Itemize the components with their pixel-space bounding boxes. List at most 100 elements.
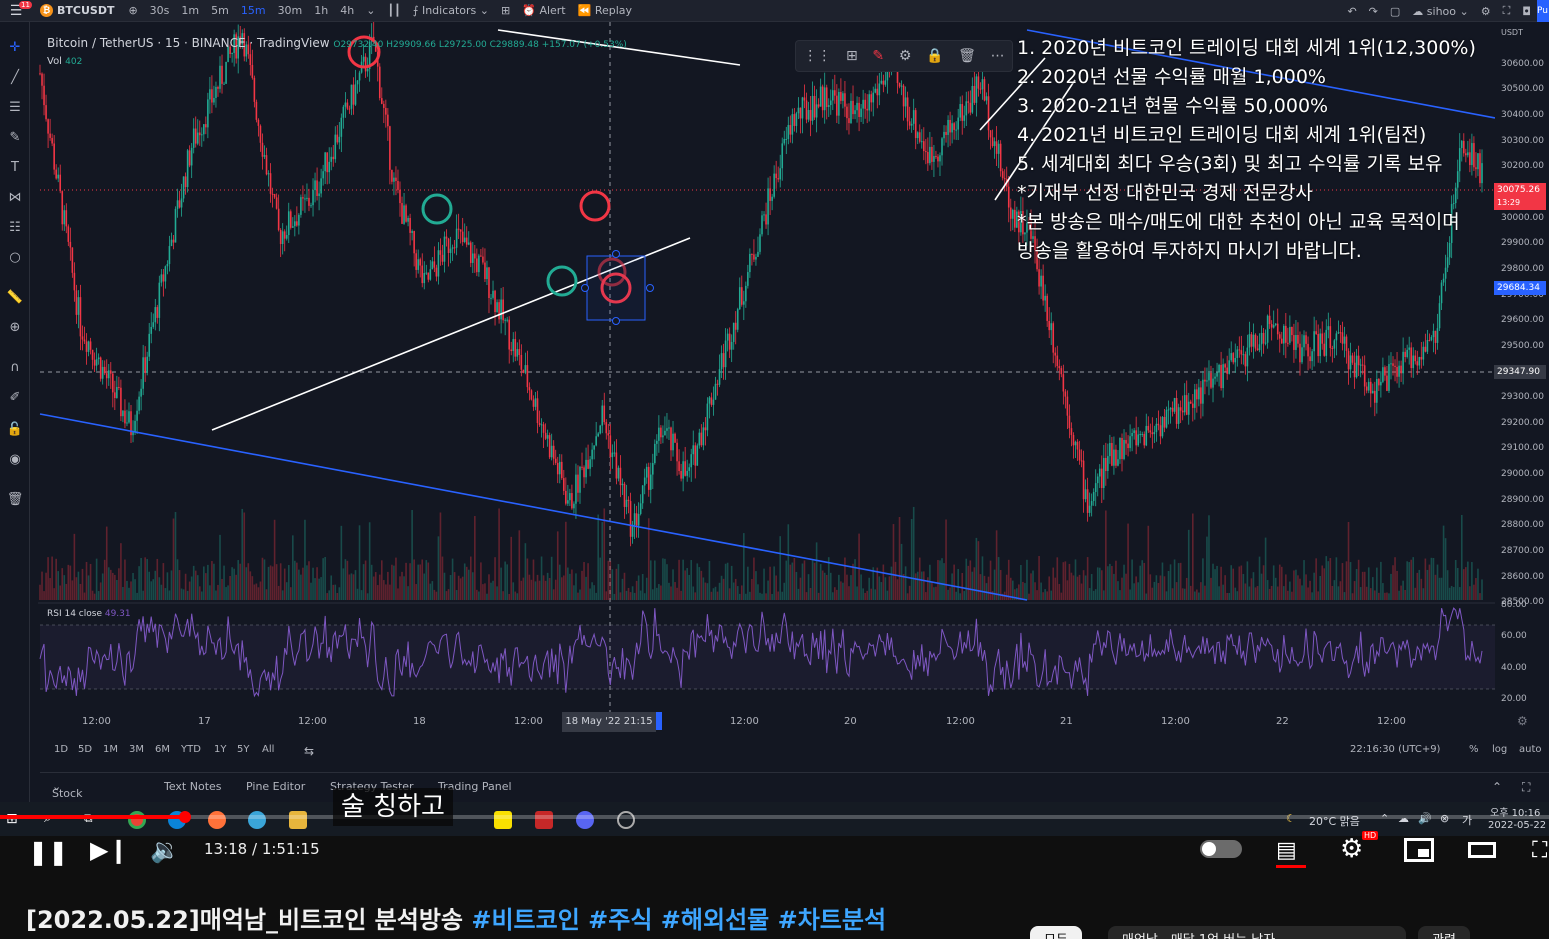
auto-scale-toggle[interactable]: auto: [1519, 744, 1542, 755]
chip-all[interactable]: 모두: [1030, 926, 1082, 939]
folder-icon[interactable]: [289, 811, 307, 829]
percent-scale-toggle[interactable]: %: [1469, 744, 1479, 755]
layouts-icon[interactable]: ⊞: [495, 4, 516, 17]
range-ytd[interactable]: YTD: [181, 744, 201, 755]
interval-1h[interactable]: 1h: [308, 4, 334, 17]
task-view-icon[interactable]: ⧉: [84, 811, 102, 829]
cloud-save-button[interactable]: ☁ sihoo ⌄: [1406, 5, 1474, 18]
windows-start-icon[interactable]: ⊞: [6, 811, 24, 829]
range-1m[interactable]: 1M: [103, 744, 118, 755]
range-5y[interactable]: 5Y: [237, 744, 249, 755]
redo-icon[interactable]: ↷: [1363, 5, 1384, 18]
layout-select-icon[interactable]: ▢: [1384, 5, 1406, 18]
interval-1m[interactable]: 1m: [175, 4, 205, 17]
timezone-clock[interactable]: 22:16:30 (UTC+9): [1350, 744, 1440, 755]
taskbar-date[interactable]: 2022-05-22: [1488, 820, 1546, 831]
drag-handle-icon[interactable]: ⋮⋮: [803, 48, 831, 64]
range-6m[interactable]: 6M: [155, 744, 170, 755]
more-icon[interactable]: ⋯: [991, 48, 1005, 64]
time-scroll-handle[interactable]: [656, 712, 662, 730]
range-5d[interactable]: 5D: [78, 744, 92, 755]
maximize-panel-icon[interactable]: ⛶: [1522, 780, 1530, 795]
chart-type-icon[interactable]: ┃┃: [381, 4, 406, 17]
tab-text-notes[interactable]: Text Notes: [164, 780, 222, 793]
next-button[interactable]: ▶❙: [90, 836, 129, 864]
hashtag-link[interactable]: #차트분석: [778, 906, 886, 934]
search-icon[interactable]: ⌕: [44, 811, 62, 829]
volume-bar: [176, 559, 179, 600]
autoplay-toggle[interactable]: [1200, 840, 1242, 858]
camera-icon[interactable]: ◘: [1516, 5, 1537, 18]
template-icon[interactable]: ⊞: [846, 48, 858, 64]
progress-scrubber[interactable]: [179, 811, 192, 823]
menu-button[interactable]: ☰ 11: [0, 0, 32, 22]
delete-icon[interactable]: 🗑: [958, 48, 976, 64]
publish-button[interactable]: Pu: [1537, 0, 1549, 22]
range-all[interactable]: All: [262, 744, 274, 755]
app-icon[interactable]: [248, 811, 266, 829]
video-progress-bar[interactable]: [0, 811, 1549, 823]
lock-icon[interactable]: 🔒: [926, 48, 943, 64]
fullscreen-icon[interactable]: ⛶: [1532, 838, 1547, 863]
tradingview-app-icon[interactable]: [535, 811, 553, 829]
undo-icon[interactable]: ↶: [1341, 5, 1362, 18]
interval-4h[interactable]: 4h: [334, 4, 360, 17]
pattern-icon[interactable]: ⋈: [5, 188, 25, 208]
alert-button[interactable]: ⏰ Alert: [516, 4, 571, 17]
subtitles-icon[interactable]: ▤: [1276, 838, 1297, 863]
symbol-search[interactable]: ₿ BTCUSDT: [32, 4, 122, 17]
trash-icon[interactable]: 🗑: [5, 490, 25, 510]
discord-icon[interactable]: [576, 811, 594, 829]
theater-mode-icon[interactable]: [1468, 842, 1496, 858]
hashtag-link[interactable]: #비트코인: [471, 906, 579, 934]
pause-button[interactable]: ❚❚: [28, 838, 68, 866]
add-symbol-icon[interactable]: ⊕: [122, 4, 143, 17]
chrome-icon[interactable]: [128, 811, 146, 829]
settings-gear-icon[interactable]: ⚙: [1340, 834, 1363, 864]
prediction-icon[interactable]: ☷: [5, 218, 25, 238]
collapse-panel-icon[interactable]: ⌃: [1492, 780, 1502, 794]
interval-30m[interactable]: 30m: [272, 4, 309, 17]
tab-pine-editor[interactable]: Pine Editor: [246, 780, 305, 793]
candle-body: [1374, 390, 1376, 403]
trend-line-icon[interactable]: ╱: [5, 68, 25, 88]
miniplayer-icon[interactable]: [1404, 838, 1434, 862]
fullscreen-icon[interactable]: ⛶: [1497, 4, 1517, 18]
range-1d[interactable]: 1D: [54, 744, 68, 755]
settings-icon[interactable]: ⚙: [899, 48, 912, 64]
interval-dropdown-icon[interactable]: ⌄: [360, 4, 381, 17]
tab-stock-screener[interactable]: Stock Screener ⌄: [52, 780, 101, 813]
fib-retracement-icon[interactable]: ☰: [5, 98, 25, 118]
hashtag-link[interactable]: #해외선물: [661, 906, 769, 934]
log-scale-toggle[interactable]: log: [1492, 744, 1507, 755]
interval-5m[interactable]: 5m: [205, 4, 235, 17]
range-3m[interactable]: 3M: [129, 744, 144, 755]
indicators-button[interactable]: ⨍ Indicators ⌄: [407, 4, 495, 17]
lock-pencil-icon[interactable]: ✐: [5, 388, 25, 408]
chip-related[interactable]: 관련: [1418, 926, 1470, 939]
kakaotalk-icon[interactable]: [494, 811, 512, 829]
ruler-icon[interactable]: 📏: [5, 288, 25, 308]
text-icon[interactable]: T: [5, 158, 25, 178]
replay-button[interactable]: ⏪ Replay: [572, 4, 638, 17]
circle-icon[interactable]: ○: [5, 248, 25, 268]
goto-date-icon[interactable]: ⇆: [304, 744, 314, 758]
obs-icon[interactable]: [617, 811, 635, 829]
chip-channel[interactable]: 매억남 - 매달 1억 버는 남자: [1108, 926, 1406, 939]
axis-settings-icon[interactable]: ⚙: [1517, 714, 1528, 728]
range-1y[interactable]: 1Y: [214, 744, 226, 755]
hashtag-link[interactable]: #주식: [588, 906, 652, 934]
time-axis[interactable]: 12:00 17 12:00 18 12:00 12:00 20 12:00 2…: [40, 712, 1495, 734]
settings-gear-icon[interactable]: ⚙: [1475, 5, 1497, 18]
eye-icon[interactable]: ◉: [5, 450, 25, 470]
volume-button[interactable]: 🔉: [150, 836, 180, 864]
lock-icon[interactable]: 🔓: [5, 420, 25, 440]
line-color-icon[interactable]: ✎: [872, 48, 884, 64]
interval-15m[interactable]: 15m: [235, 4, 272, 17]
firefox-icon[interactable]: [208, 811, 226, 829]
crosshair-icon[interactable]: ✛: [5, 38, 25, 58]
interval-30s[interactable]: 30s: [144, 4, 176, 17]
brush-icon[interactable]: ✎: [5, 128, 25, 148]
magnet-icon[interactable]: ∩: [5, 358, 25, 378]
zoom-in-icon[interactable]: ⊕: [5, 318, 25, 338]
